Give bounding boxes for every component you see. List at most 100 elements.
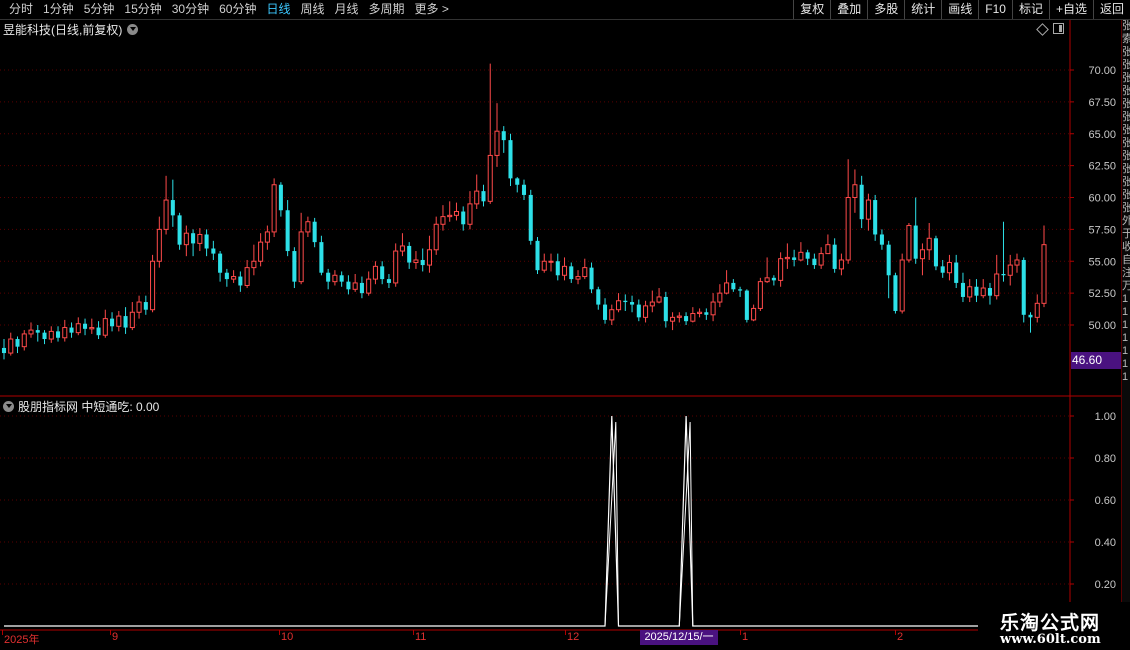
candle-body: [271, 184, 277, 233]
x-tick: [565, 630, 566, 635]
candle: [332, 270, 338, 286]
tab-period-3[interactable]: 15分钟: [119, 0, 166, 19]
candle: [515, 177, 520, 193]
candle-body: [832, 244, 837, 269]
tab-period-9[interactable]: 多周期: [364, 0, 410, 19]
candle: [359, 276, 364, 299]
sidebar-char: 1: [1122, 306, 1129, 318]
diamond-icon[interactable]: [1036, 23, 1049, 36]
sidebar-char: 张: [1122, 176, 1130, 189]
tab-period-1[interactable]: 1分钟: [38, 0, 79, 19]
candle: [1, 339, 7, 360]
candle: [630, 295, 635, 313]
x-tick-label: 10: [281, 631, 294, 643]
candle-body: [426, 249, 432, 266]
candle: [326, 268, 331, 290]
candle-body: [69, 327, 74, 333]
toolbar-button-5[interactable]: F10: [978, 0, 1012, 19]
candle-body: [244, 267, 250, 286]
panel-toggle-icon[interactable]: [1053, 23, 1064, 34]
candle: [183, 225, 189, 257]
candle: [447, 201, 453, 222]
toolbar-button-1[interactable]: 叠加: [830, 0, 867, 19]
tab-period-5[interactable]: 60分钟: [214, 0, 261, 19]
candle: [569, 262, 574, 283]
candle-body: [319, 242, 324, 273]
candle: [757, 277, 763, 311]
candle: [453, 202, 459, 221]
candle-body: [224, 272, 229, 280]
candle: [946, 254, 952, 281]
candle: [285, 200, 290, 257]
candle-body: [231, 276, 237, 280]
sidebar-char: 张: [1122, 189, 1130, 202]
candle-body: [764, 277, 770, 283]
candle: [913, 197, 918, 264]
tab-period-7[interactable]: 周线: [295, 0, 329, 19]
candle-body: [812, 258, 817, 266]
tab-period-6[interactable]: 日线: [261, 0, 295, 19]
candle: [440, 205, 446, 231]
sidebar-char: 外: [1122, 215, 1130, 228]
candle: [582, 258, 588, 280]
tab-period-8[interactable]: 月线: [330, 0, 364, 19]
candle-body: [163, 199, 169, 230]
candle-body: [298, 231, 304, 283]
candle: [129, 302, 135, 331]
candle-body: [913, 225, 918, 259]
sidebar-char: 张: [1122, 124, 1130, 137]
candle: [494, 103, 500, 167]
candle: [792, 249, 797, 267]
tab-period-10[interactable]: 更多 >: [410, 0, 454, 19]
candle-body: [946, 262, 952, 274]
y-tick-label: 55.00: [1088, 256, 1116, 268]
toolbar-button-8[interactable]: 返回: [1092, 0, 1130, 19]
candle-body: [332, 274, 338, 283]
toolbar-button-4[interactable]: 画线: [941, 0, 978, 19]
y-tick-label: 65.00: [1088, 129, 1116, 141]
toolbar-button-6[interactable]: 标记: [1011, 0, 1049, 19]
candle: [298, 212, 304, 285]
candle: [535, 237, 540, 274]
candle: [528, 189, 533, 245]
tab-period-4[interactable]: 30分钟: [167, 0, 214, 19]
candle: [271, 178, 277, 238]
y-axis: 70.00 67.50 65.00 62.50 60.00 57.50 55.00 52.50…: [1088, 65, 1116, 591]
toolbar-button-2[interactable]: 多股: [867, 0, 904, 19]
candle-body: [852, 184, 858, 198]
x-tick-label: 11: [415, 631, 427, 643]
candle-body: [798, 251, 804, 261]
candle: [838, 253, 844, 276]
watermark-logo: 乐淘公式网 www.60lt.com: [978, 602, 1130, 650]
toolbar-button-3[interactable]: 统计: [904, 0, 941, 19]
candle-body: [211, 248, 216, 254]
candle: [731, 279, 736, 292]
candle: [197, 228, 203, 252]
chart-canvas[interactable]: 70.00 67.50 65.00 62.50 60.00 57.50 55.00 52.50…: [0, 20, 1121, 650]
candle: [15, 336, 20, 354]
candle-body: [177, 215, 182, 245]
tab-period-0[interactable]: 分时: [4, 0, 38, 19]
candle-body: [623, 300, 628, 303]
sidebar-char: 张: [1122, 137, 1130, 150]
candle: [893, 272, 898, 314]
dropdown-icon[interactable]: [127, 24, 139, 35]
candle-body: [487, 154, 493, 202]
candle-body: [62, 327, 68, 339]
candle-body: [170, 200, 175, 216]
candle: [136, 295, 142, 319]
candle: [596, 286, 601, 310]
candle-body: [751, 307, 757, 321]
dropdown-icon[interactable]: [3, 401, 14, 412]
candle-body: [717, 292, 723, 303]
candle: [670, 312, 676, 331]
toolbar-button-0[interactable]: 复权: [793, 0, 830, 19]
x-tick: [2, 630, 3, 635]
toolbar-button-7[interactable]: +自选: [1048, 0, 1093, 19]
candle-body: [204, 234, 209, 249]
sidebar-char: 1: [1122, 358, 1129, 370]
tab-period-2[interactable]: 5分钟: [79, 0, 120, 19]
candle-body: [670, 316, 676, 322]
y-tick-label: 50.00: [1088, 320, 1116, 332]
candle-body: [893, 275, 898, 311]
